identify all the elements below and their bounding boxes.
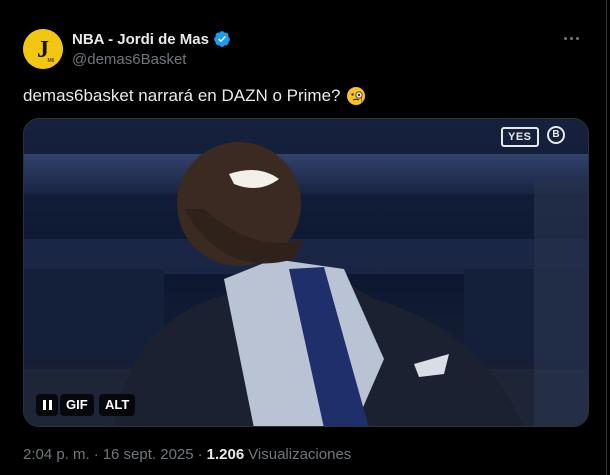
gif-frame-image [24,119,588,426]
broadcast-logo-badge: YES [501,127,539,147]
svg-text:M6: M6 [48,58,55,64]
more-options-icon[interactable] [558,28,584,48]
face-with-monocle-icon [347,87,366,105]
tweet-text: demas6basket narrará en DAZN o Prime? [23,86,366,106]
tweet-container: J M6 NBA - Jordi de Mas @demas6Basket de… [0,0,607,475]
verified-badge-icon [214,31,230,47]
views-label: Visualizaciones [248,446,352,463]
tweet-date[interactable]: 16 sept. 2025 [103,446,194,463]
gif-media[interactable]: YES B GIF ALT [23,118,589,427]
pause-button[interactable] [36,394,58,416]
avatar-logo-icon: J M6 [23,29,63,69]
meta-separator: · [197,446,203,463]
avatar[interactable]: J M6 [23,29,63,69]
gif-label: GIF [60,394,94,416]
tweet-text-content: demas6basket narrará en DAZN o Prime? [23,86,341,105]
tweet-metadata: 2:04 p. m. · 16 sept. 2025 · 1.206 Visua… [23,446,351,463]
views-count[interactable]: 1.206 [207,446,245,463]
team-logo-icon: B [547,126,565,144]
author-handle[interactable]: @demas6Basket [72,51,186,68]
meta-separator: · [93,446,99,463]
alt-text-button[interactable]: ALT [99,394,136,416]
tweet-time[interactable]: 2:04 p. m. [23,446,90,463]
pause-icon [42,400,46,410]
author-display-name[interactable]: NBA - Jordi de Mas [72,31,209,48]
author-name-row: NBA - Jordi de Mas [72,29,231,49]
